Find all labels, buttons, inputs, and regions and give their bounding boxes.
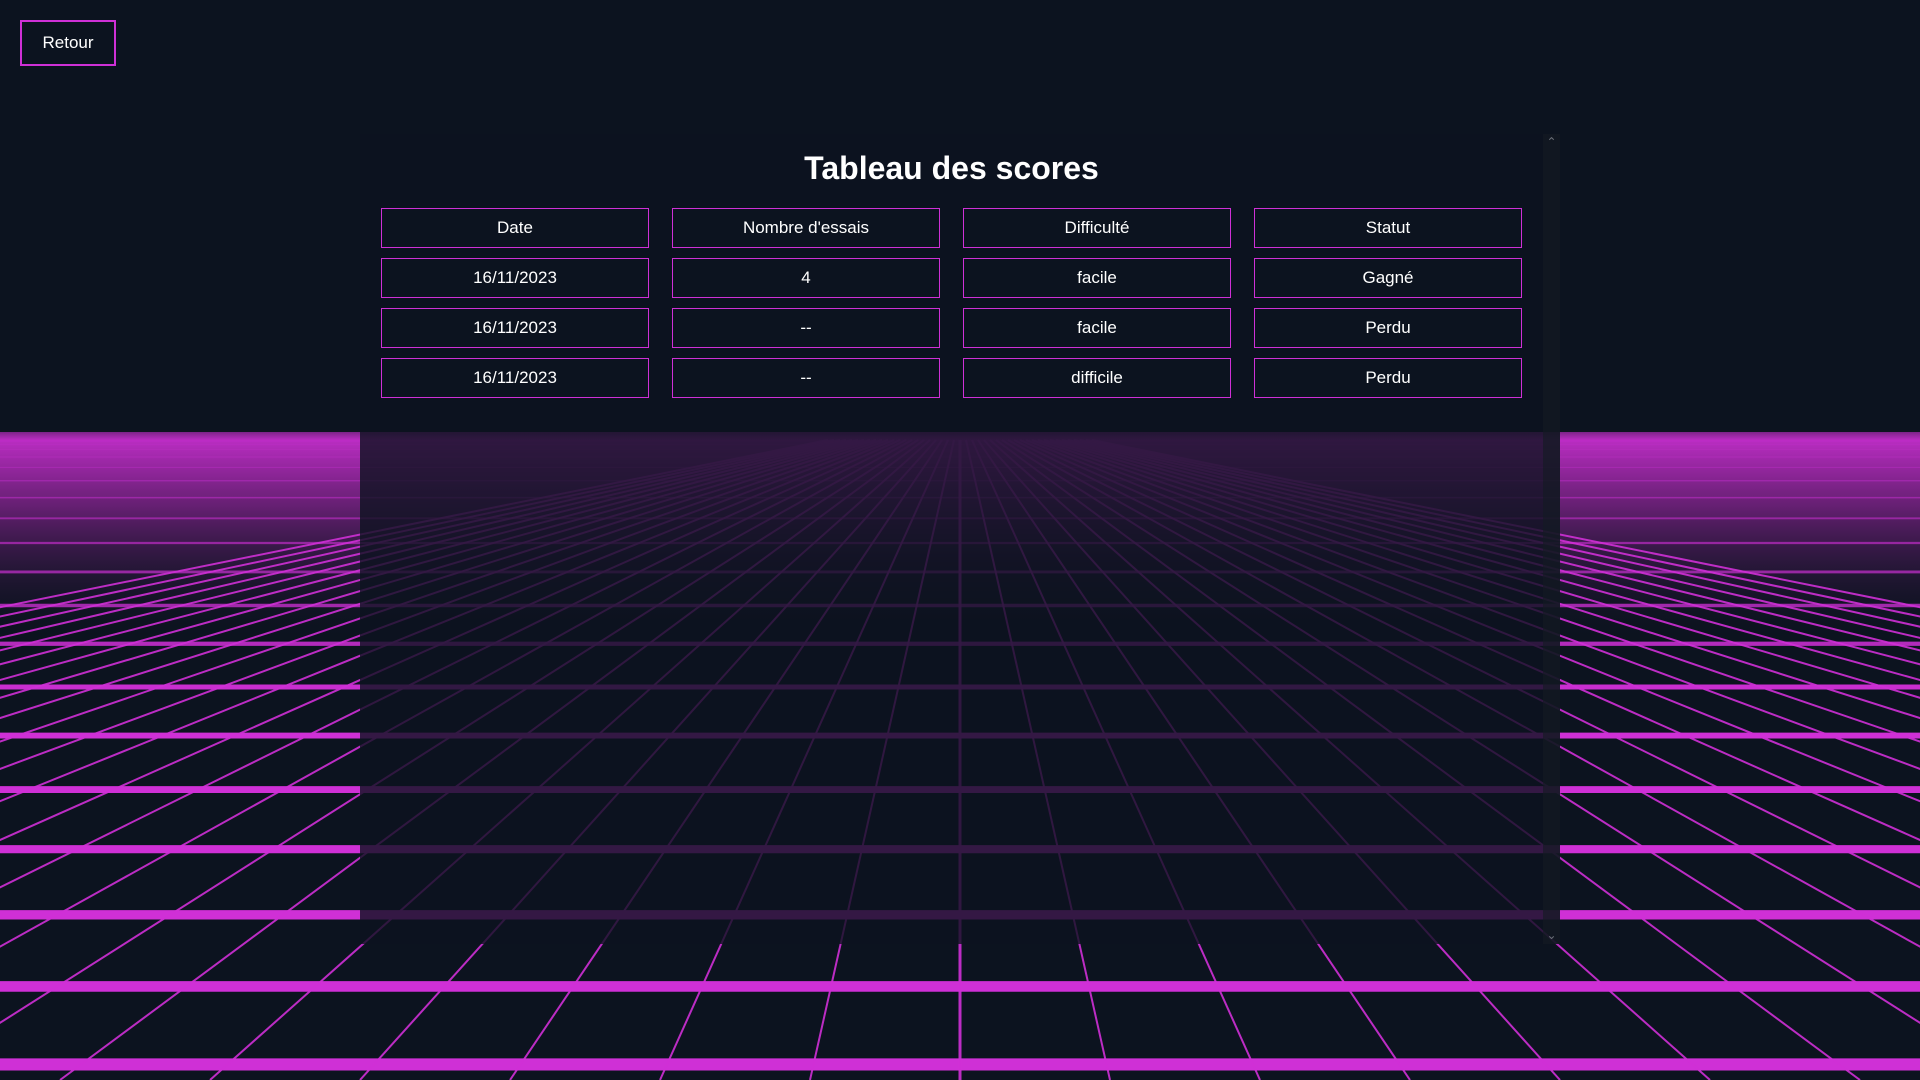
vertical-scrollbar[interactable]: ⌃ ⌄ (1543, 134, 1560, 944)
cell-attempts: -- (672, 308, 940, 348)
column-header-status: Statut (1254, 208, 1522, 248)
table-row: 16/11/2023 -- difficile Perdu (381, 358, 1523, 398)
page-title: Tableau des scores (804, 150, 1099, 186)
scoreboard-panel: Tableau des scores Date Nombre d'essais … (360, 134, 1560, 944)
cell-status: Gagné (1254, 258, 1522, 298)
chevron-up-icon[interactable]: ⌃ (1543, 134, 1560, 151)
cell-difficulty: facile (963, 258, 1231, 298)
cell-status: Perdu (1254, 358, 1522, 398)
score-table: Date Nombre d'essais Difficulté Statut 1… (381, 208, 1523, 408)
back-button[interactable]: Retour (20, 20, 116, 66)
scoreboard-screen: Retour Tableau des scores Date Nombre d'… (0, 0, 1920, 1080)
cell-difficulty: difficile (963, 358, 1231, 398)
cell-date: 16/11/2023 (381, 358, 649, 398)
cell-attempts: -- (672, 358, 940, 398)
cell-difficulty: facile (963, 308, 1231, 348)
column-header-date: Date (381, 208, 649, 248)
table-row: 16/11/2023 4 facile Gagné (381, 258, 1523, 298)
cell-date: 16/11/2023 (381, 258, 649, 298)
table-row: 16/11/2023 -- facile Perdu (381, 308, 1523, 348)
table-header-row: Date Nombre d'essais Difficulté Statut (381, 208, 1523, 248)
cell-status: Perdu (1254, 308, 1522, 348)
chevron-down-icon[interactable]: ⌄ (1543, 927, 1560, 944)
column-header-difficulty: Difficulté (963, 208, 1231, 248)
cell-attempts: 4 (672, 258, 940, 298)
cell-date: 16/11/2023 (381, 308, 649, 348)
column-header-attempts: Nombre d'essais (672, 208, 940, 248)
